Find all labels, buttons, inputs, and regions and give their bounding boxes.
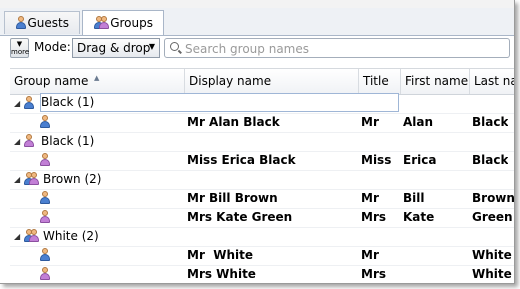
group-name: Black (1) — [41, 134, 95, 148]
collapse-arrow-icon[interactable]: ◢ — [14, 132, 20, 151]
person-icon — [39, 248, 51, 262]
search-box[interactable] — [164, 38, 510, 58]
person-icon — [39, 267, 51, 281]
more-button[interactable]: ▼ more — [10, 38, 29, 58]
toolbar: ▼ more Mode: Drag & drop ▼ — [0, 36, 514, 60]
person-icon — [39, 115, 51, 129]
person-icon — [23, 96, 35, 110]
tab-groups[interactable]: Groups — [82, 10, 164, 35]
grid-rows: ◢ Black (1) Mr Alan Black Mr Alan Black … — [10, 93, 514, 283]
mode-label: Mode: — [34, 40, 71, 54]
collapse-arrow-icon[interactable]: ◢ — [14, 94, 20, 113]
mode-select[interactable]: Drag & drop ▼ — [72, 38, 160, 58]
grid-header: Group name ▲ Display name Title First na… — [10, 68, 514, 95]
column-header-last-name[interactable]: Last name — [470, 69, 514, 94]
dropdown-arrow-icon: ▼ — [148, 42, 155, 51]
search-icon — [170, 42, 179, 51]
person-icon — [39, 191, 51, 205]
person-icon — [39, 210, 51, 224]
sort-ascending-icon: ▲ — [94, 74, 100, 82]
chevron-down-icon: ▼ — [16, 40, 23, 48]
collapse-arrow-icon[interactable]: ◢ — [14, 170, 20, 189]
group-icon — [93, 16, 109, 30]
group-row[interactable]: ◢ Brown (2) — [10, 170, 514, 190]
person-icon — [15, 16, 26, 30]
member-row[interactable]: Miss Erica Black Miss Erica Black — [10, 151, 514, 171]
member-row[interactable]: Mr Bill Brown Mr Bill Brown — [10, 189, 514, 209]
group-row[interactable]: ◢ Black (1) — [10, 132, 514, 152]
person-icon — [39, 153, 51, 167]
group-row[interactable]: ◢ Black (1) — [10, 93, 514, 114]
collapse-arrow-icon[interactable]: ◢ — [14, 227, 20, 246]
member-row[interactable]: Mr Alan Black Mr Alan Black — [10, 113, 514, 133]
guest-list-window: Guests Groups ▼ more Mode: Drag & drop ▼… — [0, 0, 515, 284]
group-row[interactable]: ◢ White (2) — [10, 227, 514, 247]
person-icon — [23, 134, 35, 148]
group-name: Black (1) — [40, 93, 399, 112]
mode-value: Drag & drop — [77, 41, 151, 55]
group-icon — [23, 172, 39, 186]
group-name: White (2) — [43, 229, 99, 243]
group-icon — [23, 229, 39, 243]
search-input[interactable] — [183, 40, 507, 58]
column-header-first-name[interactable]: First name — [401, 69, 470, 94]
member-row[interactable]: Mrs White Mrs White — [10, 265, 514, 283]
group-name: Brown (2) — [43, 172, 102, 186]
tab-bar: Guests Groups — [0, 8, 514, 36]
tab-label: Guests — [27, 16, 70, 30]
more-label: more — [11, 48, 30, 56]
tab-guests[interactable]: Guests — [4, 11, 80, 34]
column-header-title[interactable]: Title — [359, 69, 401, 94]
column-header-group-name[interactable]: Group name ▲ — [10, 69, 185, 94]
member-row[interactable]: Mr White Mr White — [10, 246, 514, 266]
member-row[interactable]: Mrs Kate Green Mrs Kate Green — [10, 208, 514, 228]
column-header-display-name[interactable]: Display name — [185, 69, 359, 94]
tab-label: Groups — [110, 16, 153, 30]
